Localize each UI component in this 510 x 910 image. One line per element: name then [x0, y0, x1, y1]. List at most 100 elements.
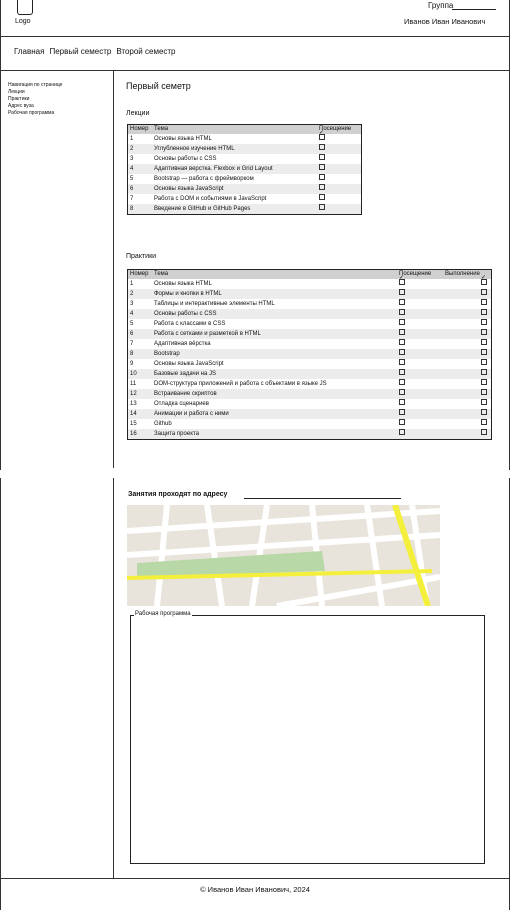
- nav-divider: [0, 70, 510, 71]
- done-cell: [443, 339, 492, 349]
- table-row: 4 Адаптивная верстка. Flexbox и Grid Layo…: [127, 164, 362, 174]
- visited-cell: [317, 174, 362, 184]
- visited-checkbox[interactable]: [399, 359, 405, 365]
- visited-checkbox[interactable]: [399, 299, 405, 305]
- practice-topic: Защита проекта: [152, 429, 397, 440]
- lecture-topic: Bootstrap — работа с фреймворком: [154, 175, 254, 182]
- visited-checkbox[interactable]: [399, 409, 405, 415]
- visited-checkbox[interactable]: [319, 154, 325, 160]
- done-checkbox[interactable]: [481, 369, 487, 375]
- sidebar-item-practices[interactable]: Практики: [8, 96, 62, 103]
- col-header-topic: Тема: [152, 124, 317, 134]
- visited-checkbox[interactable]: [319, 144, 325, 150]
- visited-checkbox[interactable]: [399, 419, 405, 425]
- visited-checkbox[interactable]: [399, 379, 405, 385]
- visited-checkbox[interactable]: [399, 349, 405, 355]
- logo-icon[interactable]: [17, 0, 33, 15]
- visited-checkbox[interactable]: [319, 129, 325, 140]
- done-checkbox[interactable]: [481, 274, 487, 285]
- visited-cell: [397, 339, 443, 349]
- nav-item-first-semester[interactable]: Первый семестр: [49, 47, 111, 56]
- practice-topic: Встраивание скриптов: [152, 389, 397, 399]
- visited-cell: [317, 154, 362, 164]
- done-checkbox[interactable]: [481, 289, 487, 295]
- visited-cell: [397, 329, 443, 339]
- logo-label: Logo: [15, 18, 31, 25]
- practice-topic: Github: [154, 420, 172, 427]
- done-cell: [443, 319, 492, 329]
- done-checkbox[interactable]: [481, 409, 487, 415]
- visited-checkbox[interactable]: [399, 399, 405, 405]
- visited-cell: [397, 419, 443, 429]
- table-row: 7 Адаптивная вёрстка: [128, 339, 492, 349]
- done-checkbox[interactable]: [481, 319, 487, 325]
- campus-map[interactable]: [127, 505, 440, 606]
- table-row: 2 Углубленное изучение HTML: [127, 144, 362, 154]
- done-checkbox[interactable]: [481, 309, 487, 315]
- practice-number: 6: [127, 329, 152, 339]
- visited-checkbox[interactable]: [399, 389, 405, 395]
- visited-checkbox[interactable]: [399, 369, 405, 375]
- practice-number: 10: [127, 369, 152, 379]
- nav-item-second-semester[interactable]: Второй семестр: [116, 47, 175, 56]
- done-cell: [443, 274, 492, 289]
- done-checkbox[interactable]: [481, 379, 487, 385]
- lecture-number: 4: [127, 164, 152, 174]
- visited-cell: [317, 129, 362, 144]
- done-cell: [443, 289, 492, 299]
- done-checkbox[interactable]: [481, 339, 487, 345]
- visited-checkbox[interactable]: [399, 319, 405, 325]
- table-row: 6 Основы языка JavaScript: [127, 184, 362, 194]
- done-cell: [443, 329, 492, 339]
- practice-number: 5: [130, 320, 134, 327]
- visited-checkbox[interactable]: [319, 204, 325, 210]
- done-checkbox[interactable]: [481, 429, 487, 435]
- table-row: 13 Отладка сценариев: [128, 399, 492, 409]
- done-checkbox[interactable]: [481, 399, 487, 405]
- visited-cell: [397, 409, 443, 419]
- done-checkbox[interactable]: [481, 349, 487, 355]
- lecture-number: 2: [127, 144, 152, 154]
- visited-checkbox[interactable]: [399, 309, 405, 315]
- practice-topic: Анимации и работа с ними: [152, 409, 397, 419]
- visited-checkbox[interactable]: [399, 329, 405, 335]
- sidebar: Навигация по странице Лекции Практики Ад…: [8, 82, 62, 117]
- visited-cell: [397, 274, 443, 289]
- visited-checkbox[interactable]: [319, 164, 325, 170]
- done-checkbox[interactable]: [481, 329, 487, 335]
- visited-checkbox[interactable]: [399, 339, 405, 345]
- visited-checkbox[interactable]: [319, 174, 325, 180]
- practice-number: 11: [130, 380, 137, 387]
- done-cell: [443, 389, 492, 399]
- practice-topic: Bootstrap: [152, 349, 397, 359]
- lecture-topic: Введение в GitHub и GitHub Pages: [152, 204, 317, 215]
- done-cell: [443, 419, 492, 429]
- done-checkbox[interactable]: [481, 299, 487, 305]
- visited-checkbox[interactable]: [399, 289, 405, 295]
- done-cell: [443, 299, 492, 309]
- practice-number: 7: [130, 340, 134, 347]
- visited-checkbox[interactable]: [319, 184, 325, 190]
- table-row: 12 Встраивание скриптов: [127, 389, 492, 399]
- done-cell: [443, 409, 492, 419]
- practice-number: 3: [130, 300, 134, 307]
- practice-topic: Базовые задачи на JS: [152, 369, 397, 379]
- table-row: 1 Основы языка HTML: [128, 274, 492, 289]
- sidebar-item-program[interactable]: Рабочая программа: [8, 110, 62, 117]
- sidebar-item-address[interactable]: Адрес вуза: [8, 103, 62, 110]
- main-nav: Главная Первый семестр Второй семестр: [14, 47, 176, 56]
- done-checkbox[interactable]: [481, 419, 487, 425]
- practice-number: 4: [127, 309, 152, 319]
- visited-checkbox[interactable]: [319, 194, 325, 200]
- done-checkbox[interactable]: [481, 389, 487, 395]
- visited-checkbox[interactable]: [399, 429, 405, 435]
- nav-item-home[interactable]: Главная: [14, 47, 44, 56]
- visited-cell: [397, 309, 443, 319]
- visited-cell: [397, 359, 443, 369]
- program-frame[interactable]: [130, 615, 485, 864]
- visited-checkbox[interactable]: [399, 274, 405, 285]
- page-border: [0, 478, 1, 910]
- sidebar-item-lectures[interactable]: Лекции: [8, 89, 62, 96]
- done-checkbox[interactable]: [481, 359, 487, 365]
- visited-cell: [317, 184, 362, 194]
